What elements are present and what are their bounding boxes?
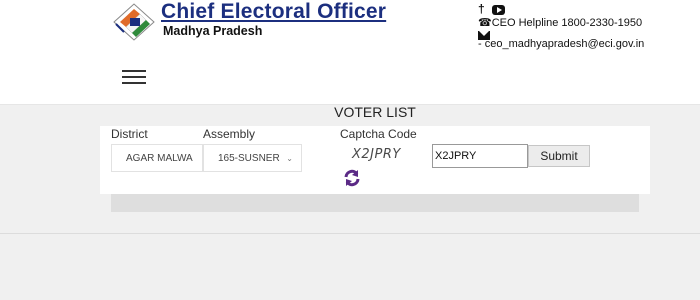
assembly-label: Assembly	[203, 127, 256, 141]
site-header: Chief Electoral Officer Madhya Pradesh †…	[0, 0, 700, 105]
chevron-down-icon: ⌄	[286, 154, 293, 163]
assembly-select[interactable]: 165-SUSNER ⌄	[203, 144, 302, 172]
helpline-text: CEO Helpline 1800-2330-1950	[491, 17, 643, 29]
youtube-icon[interactable]	[492, 4, 506, 15]
page-title: VOTER LIST	[334, 104, 416, 120]
assembly-value: 165-SUSNER	[218, 153, 280, 164]
district-select[interactable]: AGAR MALWA	[111, 144, 203, 172]
results-area	[111, 194, 639, 212]
divider	[0, 233, 700, 234]
refresh-captcha-icon[interactable]	[342, 168, 362, 188]
captcha-label: Captcha Code	[340, 127, 417, 141]
district-label: District	[111, 127, 148, 141]
social-links: †	[478, 2, 509, 16]
menu-icon[interactable]	[122, 70, 146, 86]
captcha-image: X2JPRY	[352, 147, 401, 162]
facebook-icon[interactable]: †	[478, 2, 485, 16]
district-value: AGAR MALWA	[126, 153, 193, 164]
election-logo-icon	[113, 3, 155, 41]
captcha-input[interactable]	[432, 144, 528, 168]
submit-button[interactable]: Submit	[528, 145, 590, 167]
helpline: ☎CEO Helpline 1800-2330-1950	[478, 16, 642, 29]
site-subtitle: Madhya Pradesh	[163, 24, 263, 38]
contact-email[interactable]: - ceo_madhyapradesh@eci.gov.in	[478, 38, 644, 50]
site-title[interactable]: Chief Electoral Officer	[161, 0, 386, 24]
voter-list-form: District Assembly Captcha Code AGAR MALW…	[100, 126, 650, 194]
phone-icon: ☎	[478, 17, 492, 29]
